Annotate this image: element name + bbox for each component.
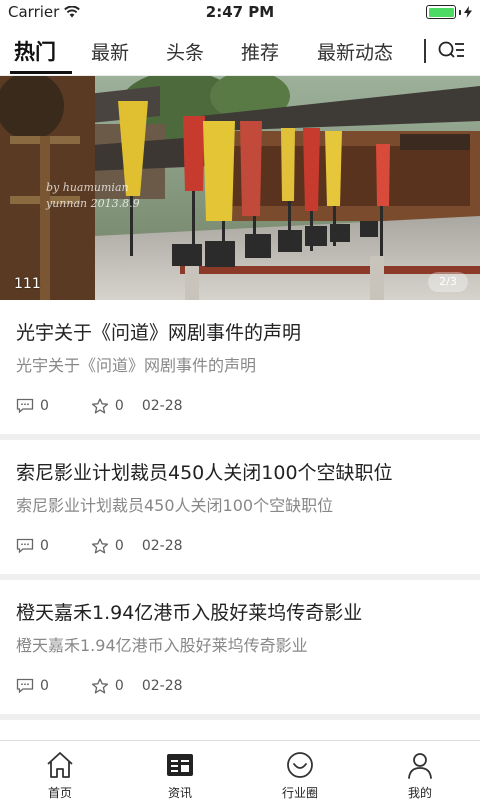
- news-icon: [167, 754, 193, 776]
- news-date: 02-28: [141, 678, 183, 694]
- news-summary: 光宇关于《问道》网剧事件的声明: [16, 356, 257, 375]
- comment-icon[interactable]: [16, 678, 34, 694]
- news-meta: 0 0 02-28: [16, 538, 183, 554]
- nav-profile[interactable]: 我的: [360, 741, 480, 800]
- like-count: 0: [114, 538, 124, 554]
- battery-cap: [459, 9, 461, 15]
- tab-divider: [424, 39, 426, 63]
- status-bar: Carrier 2:47 PM: [0, 0, 480, 26]
- nav-label: 我的: [407, 786, 432, 800]
- news-summary: 橙天嘉禾1.94亿港币入股好莱坞传奇影业: [16, 636, 308, 655]
- tab-hot[interactable]: 热门: [14, 36, 56, 66]
- news-item[interactable]: 橙天嘉禾1.94亿港币入股好莱坞传奇影业 橙天嘉禾1.94亿港币入股好莱坞传奇影…: [0, 580, 480, 714]
- nav-label: 资讯: [167, 786, 192, 800]
- bottom-navigation: 首页 资讯 行业圈 我的: [0, 740, 480, 800]
- tab-headlines[interactable]: 头条: [166, 38, 204, 65]
- watermark-line-2: yunnan 2013.8.9: [46, 197, 140, 210]
- nav-news[interactable]: 资讯: [120, 741, 240, 800]
- banner-caption: 111: [14, 276, 41, 292]
- star-icon[interactable]: [91, 538, 109, 554]
- comment-count: 0: [40, 538, 49, 554]
- home-icon: [47, 752, 73, 778]
- nav-industry-circle[interactable]: 行业圈: [240, 741, 360, 800]
- user-icon: [408, 753, 432, 779]
- like-count: 0: [114, 398, 124, 414]
- news-summary: 索尼影业计划裁员450人关闭100个空缺职位: [16, 496, 334, 515]
- comment-count: 0: [40, 678, 49, 694]
- nav-label: 首页: [47, 786, 72, 800]
- star-icon[interactable]: [91, 678, 109, 694]
- comment-icon[interactable]: [16, 538, 34, 554]
- charging-icon: [464, 6, 472, 18]
- battery-level: [428, 7, 454, 17]
- smile-circle-icon: [287, 752, 313, 778]
- featured-banner[interactable]: by huamumian yunnan 2013.8.9 111 2/3: [0, 76, 480, 300]
- divider: [0, 714, 480, 720]
- tab-latest-news[interactable]: 最新动态: [317, 38, 393, 65]
- news-item[interactable]: 索尼影业计划裁员450人关闭100个空缺职位 索尼影业计划裁员450人关闭100…: [0, 440, 480, 574]
- news-title: 索尼影业计划裁员450人关闭100个空缺职位: [16, 462, 393, 484]
- news-meta: 0 0 02-28: [16, 678, 183, 694]
- battery-icon: [426, 5, 456, 19]
- banner-watermark: by huamumian yunnan 2013.8.9: [46, 180, 140, 212]
- nav-home[interactable]: 首页: [0, 741, 120, 800]
- tab-recommended[interactable]: 推荐: [241, 38, 279, 65]
- news-meta: 0 0 02-28: [16, 398, 183, 414]
- news-title: 光宇关于《问道》网剧事件的声明: [16, 322, 302, 344]
- tab-latest[interactable]: 最新: [91, 38, 129, 65]
- watermark-line-1: by huamumian: [46, 181, 129, 194]
- news-date: 02-28: [141, 398, 183, 414]
- news-item[interactable]: 光宇关于《问道》网剧事件的声明 光宇关于《问道》网剧事件的声明 0 0 02-2…: [0, 300, 480, 434]
- news-date: 02-28: [141, 538, 183, 554]
- banner-page-indicator: 2/3: [428, 272, 468, 292]
- status-right: [426, 5, 472, 19]
- comment-icon[interactable]: [16, 398, 34, 414]
- news-title: 橙天嘉禾1.94亿港币入股好莱坞传奇影业: [16, 602, 363, 624]
- nav-label: 行业圈: [281, 786, 318, 800]
- status-time: 2:47 PM: [205, 3, 275, 21]
- comment-count: 0: [40, 398, 49, 414]
- star-icon[interactable]: [91, 398, 109, 414]
- active-tab-indicator: [10, 71, 72, 74]
- category-tabbar: 热门 最新 头条 推荐 最新动态: [0, 26, 480, 76]
- list-search-icon[interactable]: [437, 39, 465, 63]
- like-count: 0: [114, 678, 124, 694]
